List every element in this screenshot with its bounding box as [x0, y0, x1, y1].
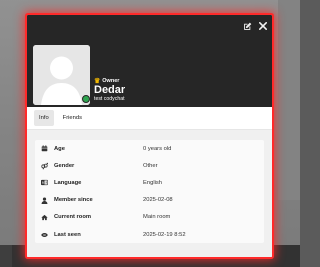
default-avatar-icon	[33, 45, 90, 105]
profile-modal: ♛ Owner Dedar test codychat Info Friends…	[27, 15, 272, 257]
info-panel: Age 0 years old Gender Other Language En…	[27, 130, 272, 257]
info-label: Member since	[54, 197, 93, 204]
info-label: Current room	[54, 214, 92, 221]
calendar-icon	[41, 145, 48, 152]
background-footer-edge	[0, 245, 12, 267]
home-icon	[41, 214, 48, 221]
edit-profile-button[interactable]	[241, 20, 253, 32]
info-row-gender: Gender Other	[35, 157, 264, 174]
close-icon	[259, 22, 267, 30]
background-pane	[278, 0, 300, 200]
profile-identity: ♛ Owner Dedar test codychat	[94, 78, 125, 103]
info-value: 2025-02-19 8:52	[143, 231, 186, 238]
tab-friends[interactable]: Friends	[58, 110, 87, 126]
online-status-indicator	[82, 95, 90, 103]
tab-info[interactable]: Info	[34, 110, 54, 126]
info-row-age: Age 0 years old	[35, 140, 264, 157]
info-value: 0 years old	[143, 145, 172, 152]
info-value: 2025-02-08	[143, 197, 173, 204]
info-label: Age	[54, 145, 65, 152]
info-row-member-since: Member since 2025-02-08	[35, 192, 264, 209]
info-label: Last seen	[54, 231, 81, 238]
info-label: Language	[54, 179, 82, 186]
info-list: Age 0 years old Gender Other Language En…	[35, 140, 264, 244]
info-value: Other	[143, 162, 158, 169]
user-mood: test codychat	[94, 96, 125, 102]
info-row-current-room: Current room Main room	[35, 209, 264, 226]
gender-icon	[41, 162, 48, 170]
info-value: English	[143, 179, 163, 186]
edit-icon	[243, 22, 251, 30]
language-icon	[41, 179, 48, 186]
username: Dedar	[94, 84, 126, 96]
info-label: Gender	[54, 162, 75, 169]
info-row-language: Language English	[35, 174, 264, 191]
avatar[interactable]	[33, 45, 90, 105]
user-icon	[41, 197, 48, 204]
info-row-last-seen: Last seen 2025-02-19 8:52	[35, 226, 264, 243]
profile-tabs: Info Friends	[27, 107, 272, 130]
info-value: Main room	[143, 214, 171, 221]
eye-icon	[41, 231, 48, 238]
profile-header: ♛ Owner Dedar test codychat	[27, 15, 272, 107]
close-button[interactable]	[257, 20, 269, 32]
